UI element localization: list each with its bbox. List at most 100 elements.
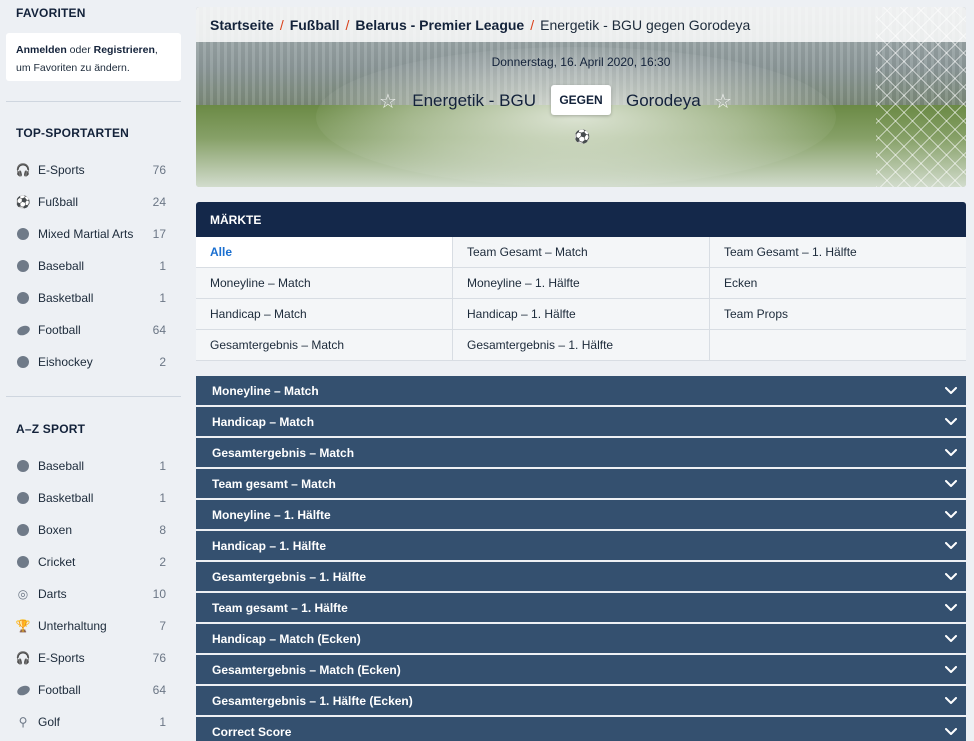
sport-item[interactable]: ◎ Darts 10 [0,578,190,610]
chevron-down-icon[interactable] [936,717,966,741]
breadcrumb-home[interactable]: Startseite [210,17,274,33]
market-tab[interactable]: Gesamtergebnis – 1. Hälfte [453,330,710,361]
ball-shape [17,524,29,536]
breadcrumb-sport[interactable]: Fußball [290,17,340,33]
favorite-star-icon[interactable]: ☆ [714,89,732,114]
register-link[interactable]: Registrieren [94,44,155,56]
market-tab[interactable]: Team Props [710,299,966,330]
market-section-header[interactable]: Gesamtergebnis – Match [196,438,966,467]
chevron-down-icon[interactable] [936,655,966,684]
ball-shape [17,556,29,568]
baseball-icon [16,259,30,273]
market-section-header[interactable]: Handicap – Match [196,407,966,436]
match-datetime: Donnerstag, 16. April 2020, 16:30 [491,55,671,69]
chevron-down-icon[interactable] [936,562,966,591]
sport-item[interactable]: Baseball 1 [0,250,190,282]
chevron-down-icon[interactable] [936,531,966,560]
sport-count: 17 [152,227,166,241]
sport-count: 8 [159,523,166,537]
market-section-header[interactable]: Handicap – Match (Ecken) [196,624,966,653]
puck-icon [16,355,30,369]
sport-name: Football [38,683,81,697]
chevron-down-icon[interactable] [936,500,966,529]
american-football-icon [15,322,31,338]
favorite-star-icon[interactable]: ☆ [379,89,397,114]
market-tab[interactable]: Handicap – Match [196,299,453,330]
sport-item[interactable]: Football 64 [0,674,190,706]
market-tab[interactable]: Team Gesamt – 1. Hälfte [710,237,966,268]
market-section-header[interactable]: Moneyline – 1. Hälfte [196,500,966,529]
market-tab[interactable]: Team Gesamt – Match [453,237,710,268]
market-section-header[interactable]: Moneyline – Match [196,376,966,405]
market-section-header[interactable]: Gesamtergebnis – 1. Hälfte [196,562,966,591]
market-tab[interactable]: Handicap – 1. Hälfte [453,299,710,330]
sport-name: Cricket [38,555,76,569]
sport-item[interactable]: ⚽ Fußball 24 [0,186,190,218]
sport-name: Basketball [38,291,94,305]
market-tab[interactable]: Gesamtergebnis – Match [196,330,453,361]
chevron-down-icon[interactable] [936,469,966,498]
breadcrumb-separator: / [530,16,535,33]
market-section-title: Handicap – 1. Hälfte [212,538,327,553]
sport-name: Basketball [38,491,94,505]
sport-item[interactable]: 🎧 E-Sports 76 [0,154,190,186]
markets-tab-grid: Alle Team Gesamt – Match Team Gesamt – 1. … [196,237,966,361]
chevron-down-icon[interactable] [936,624,966,653]
sport-item[interactable]: Boxen 8 [0,514,190,546]
market-section-title: Gesamtergebnis – 1. Hälfte (Ecken) [212,693,413,708]
login-link[interactable]: Anmelden [16,44,67,56]
breadcrumb-league[interactable]: Belarus - Premier League [355,17,524,33]
sport-item[interactable]: ⚲ Golf 1 [0,706,190,738]
market-tab[interactable]: Moneyline – Match [196,268,453,299]
chevron-down-icon[interactable] [936,686,966,715]
sport-item[interactable]: 🎧 E-Sports 76 [0,642,190,674]
baseball-icon [16,459,30,473]
az-sports-list: Baseball 1 Basketball 1 Boxen 8 Cricket 2 ◎ Darts… [0,450,190,738]
match-hero: Startseite / Fußball / Belarus - Premier… [196,7,966,187]
market-section-header[interactable]: Gesamtergebnis – Match (Ecken) [196,655,966,684]
boxing-glove-icon [16,523,30,537]
chevron-down-icon[interactable] [936,593,966,622]
sport-count: 24 [152,195,166,209]
market-tab[interactable]: Alle [196,237,453,268]
sport-count: 2 [159,555,166,569]
golf-icon: ⚲ [18,715,28,729]
sport-item[interactable]: 🏆 Unterhaltung 7 [0,610,190,642]
top-sports-title: TOP-SPORTARTEN [16,126,130,140]
chevron-down-icon[interactable] [936,376,966,405]
chevron-down-icon[interactable] [936,438,966,467]
market-section-title: Gesamtergebnis – Match (Ecken) [212,662,401,677]
chevron-down-icon[interactable] [936,407,966,436]
home-team-name: Energetik - BGU [412,91,536,110]
sport-item[interactable]: Cricket 2 [0,546,190,578]
sidebar: FAVORITEN Anmelden oder Registrieren, um… [0,0,190,741]
market-section-header[interactable]: Team gesamt – Match [196,469,966,498]
markets-title: MÄRKTE [196,202,966,237]
favorites-or-text: oder [66,44,94,56]
sport-name: Unterhaltung [38,619,107,633]
market-section-header[interactable]: Gesamtergebnis – 1. Hälfte (Ecken) [196,686,966,715]
sport-item[interactable]: Basketball 1 [0,482,190,514]
az-sports-title: A–Z SPORT [16,422,86,436]
breadcrumb-separator: / [345,16,350,33]
sport-item[interactable]: Basketball 1 [0,282,190,314]
sport-item[interactable]: Baseball 1 [0,450,190,482]
sport-item[interactable]: Football 64 [0,314,190,346]
market-section-header[interactable]: Team gesamt – 1. Hälfte [196,593,966,622]
sport-count: 1 [159,259,166,273]
soccer-ball-icon: ⚽ [15,195,31,209]
sport-count: 1 [159,715,166,729]
markets-panel: MÄRKTE Alle Team Gesamt – Match Team Gesam… [196,202,966,361]
market-tab[interactable]: Ecken [710,268,966,299]
basketball-icon [16,291,30,305]
market-section-header[interactable]: Handicap – 1. Hälfte [196,531,966,560]
market-section-header[interactable]: Correct Score [196,717,966,741]
sport-count: 76 [152,163,166,177]
sport-item[interactable]: Eishockey 2 [0,346,190,378]
market-section-title: Moneyline – Match [212,383,319,398]
ball-shape [17,260,29,272]
sport-item[interactable]: Mixed Martial Arts 17 [0,218,190,250]
market-tab[interactable]: Moneyline – 1. Hälfte [453,268,710,299]
sport-count: 2 [159,355,166,369]
soccer-ball-icon: ⚽ [574,129,591,144]
